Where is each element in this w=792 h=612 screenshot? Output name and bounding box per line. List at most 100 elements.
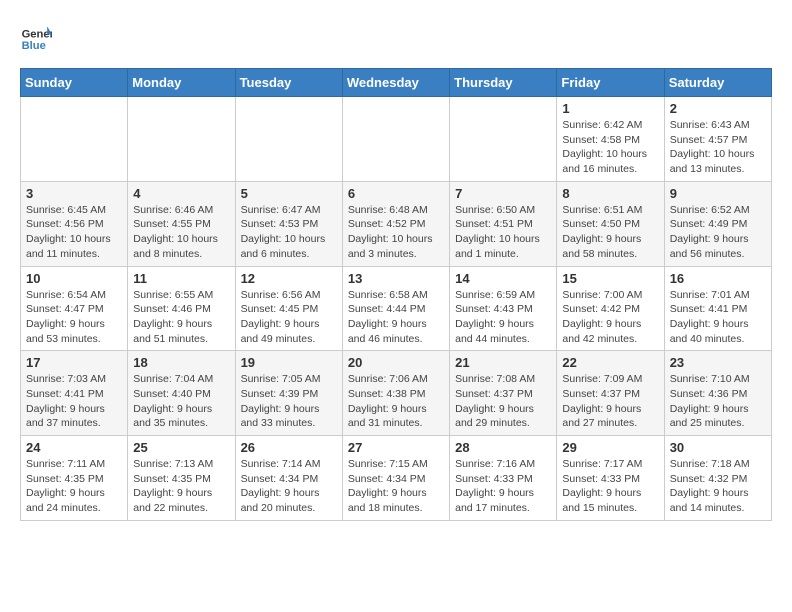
day-info: Sunrise: 6:56 AM Sunset: 4:45 PM Dayligh… (241, 288, 337, 347)
day-header: Sunday (21, 69, 128, 97)
day-number: 13 (348, 271, 444, 286)
day-header: Friday (557, 69, 664, 97)
day-number: 15 (562, 271, 658, 286)
logo: General Blue (20, 20, 56, 52)
calendar-day-cell: 3 Sunrise: 6:45 AM Sunset: 4:56 PM Daylig… (21, 181, 128, 266)
calendar-day-cell: 2 Sunrise: 6:43 AM Sunset: 4:57 PM Daylig… (664, 97, 771, 182)
day-number: 26 (241, 440, 337, 455)
day-header: Monday (128, 69, 235, 97)
day-info: Sunrise: 7:06 AM Sunset: 4:38 PM Dayligh… (348, 372, 444, 431)
day-number: 16 (670, 271, 766, 286)
calendar-day-cell: 27 Sunrise: 7:15 AM Sunset: 4:34 PM Dayli… (342, 436, 449, 521)
calendar-day-cell: 21 Sunrise: 7:08 AM Sunset: 4:37 PM Dayli… (450, 351, 557, 436)
day-number: 3 (26, 186, 122, 201)
calendar-day-cell: 12 Sunrise: 6:56 AM Sunset: 4:45 PM Dayli… (235, 266, 342, 351)
calendar-body: 1 Sunrise: 6:42 AM Sunset: 4:58 PM Daylig… (21, 97, 772, 521)
day-number: 30 (670, 440, 766, 455)
day-number: 24 (26, 440, 122, 455)
day-number: 19 (241, 355, 337, 370)
day-info: Sunrise: 7:16 AM Sunset: 4:33 PM Dayligh… (455, 457, 551, 516)
calendar-day-cell (342, 97, 449, 182)
day-number: 28 (455, 440, 551, 455)
calendar-day-cell: 15Sunrise: 7:00 AM Sunset: 4:42 PM Dayli… (557, 266, 664, 351)
calendar-day-cell: 17Sunrise: 7:03 AM Sunset: 4:41 PM Dayli… (21, 351, 128, 436)
day-info: Sunrise: 6:46 AM Sunset: 4:55 PM Dayligh… (133, 203, 229, 262)
day-number: 9 (670, 186, 766, 201)
calendar-week-row: 17Sunrise: 7:03 AM Sunset: 4:41 PM Dayli… (21, 351, 772, 436)
day-number: 20 (348, 355, 444, 370)
calendar-day-cell: 16Sunrise: 7:01 AM Sunset: 4:41 PM Dayli… (664, 266, 771, 351)
calendar-day-cell: 8Sunrise: 6:51 AM Sunset: 4:50 PM Daylig… (557, 181, 664, 266)
day-info: Sunrise: 7:10 AM Sunset: 4:36 PM Dayligh… (670, 372, 766, 431)
day-number: 11 (133, 271, 229, 286)
calendar-day-cell: 5 Sunrise: 6:47 AM Sunset: 4:53 PM Daylig… (235, 181, 342, 266)
day-info: Sunrise: 7:09 AM Sunset: 4:37 PM Dayligh… (562, 372, 658, 431)
calendar-week-row: 1 Sunrise: 6:42 AM Sunset: 4:58 PM Daylig… (21, 97, 772, 182)
day-info: Sunrise: 6:50 AM Sunset: 4:51 PM Dayligh… (455, 203, 551, 262)
day-info: Sunrise: 6:52 AM Sunset: 4:49 PM Dayligh… (670, 203, 766, 262)
calendar-day-cell: 20 Sunrise: 7:06 AM Sunset: 4:38 PM Dayli… (342, 351, 449, 436)
svg-text:Blue: Blue (22, 40, 46, 52)
calendar-week-row: 10 Sunrise: 6:54 AM Sunset: 4:47 PM Dayli… (21, 266, 772, 351)
day-number: 10 (26, 271, 122, 286)
day-header: Saturday (664, 69, 771, 97)
day-number: 22 (562, 355, 658, 370)
day-info: Sunrise: 7:14 AM Sunset: 4:34 PM Dayligh… (241, 457, 337, 516)
calendar-day-cell: 11Sunrise: 6:55 AM Sunset: 4:46 PM Dayli… (128, 266, 235, 351)
day-info: Sunrise: 6:42 AM Sunset: 4:58 PM Dayligh… (562, 118, 658, 177)
day-number: 12 (241, 271, 337, 286)
day-number: 5 (241, 186, 337, 201)
calendar-day-cell: 9 Sunrise: 6:52 AM Sunset: 4:49 PM Daylig… (664, 181, 771, 266)
day-info: Sunrise: 7:13 AM Sunset: 4:35 PM Dayligh… (133, 457, 229, 516)
day-info: Sunrise: 7:15 AM Sunset: 4:34 PM Dayligh… (348, 457, 444, 516)
day-header: Tuesday (235, 69, 342, 97)
day-info: Sunrise: 6:51 AM Sunset: 4:50 PM Dayligh… (562, 203, 658, 262)
day-number: 4 (133, 186, 229, 201)
calendar-day-cell (21, 97, 128, 182)
day-info: Sunrise: 7:05 AM Sunset: 4:39 PM Dayligh… (241, 372, 337, 431)
calendar-week-row: 24Sunrise: 7:11 AM Sunset: 4:35 PM Dayli… (21, 436, 772, 521)
calendar-day-cell: 19 Sunrise: 7:05 AM Sunset: 4:39 PM Dayli… (235, 351, 342, 436)
day-number: 27 (348, 440, 444, 455)
calendar-day-cell: 6 Sunrise: 6:48 AM Sunset: 4:52 PM Daylig… (342, 181, 449, 266)
day-info: Sunrise: 7:17 AM Sunset: 4:33 PM Dayligh… (562, 457, 658, 516)
calendar-day-cell: 7 Sunrise: 6:50 AM Sunset: 4:51 PM Daylig… (450, 181, 557, 266)
calendar-day-cell: 28 Sunrise: 7:16 AM Sunset: 4:33 PM Dayli… (450, 436, 557, 521)
calendar-day-cell: 18Sunrise: 7:04 AM Sunset: 4:40 PM Dayli… (128, 351, 235, 436)
day-info: Sunrise: 6:48 AM Sunset: 4:52 PM Dayligh… (348, 203, 444, 262)
day-number: 1 (562, 101, 658, 116)
day-info: Sunrise: 6:59 AM Sunset: 4:43 PM Dayligh… (455, 288, 551, 347)
day-info: Sunrise: 6:54 AM Sunset: 4:47 PM Dayligh… (26, 288, 122, 347)
day-number: 14 (455, 271, 551, 286)
calendar-day-cell (450, 97, 557, 182)
header: General Blue (20, 20, 772, 52)
logo-icon: General Blue (20, 20, 52, 52)
calendar-day-cell: 30 Sunrise: 7:18 AM Sunset: 4:32 PM Dayli… (664, 436, 771, 521)
day-number: 7 (455, 186, 551, 201)
calendar-day-cell: 26 Sunrise: 7:14 AM Sunset: 4:34 PM Dayli… (235, 436, 342, 521)
calendar-day-cell: 1 Sunrise: 6:42 AM Sunset: 4:58 PM Daylig… (557, 97, 664, 182)
calendar-table: SundayMondayTuesdayWednesdayThursdayFrid… (20, 68, 772, 521)
day-number: 21 (455, 355, 551, 370)
day-number: 23 (670, 355, 766, 370)
calendar-day-cell: 13 Sunrise: 6:58 AM Sunset: 4:44 PM Dayli… (342, 266, 449, 351)
day-info: Sunrise: 6:43 AM Sunset: 4:57 PM Dayligh… (670, 118, 766, 177)
day-number: 17 (26, 355, 122, 370)
day-info: Sunrise: 6:58 AM Sunset: 4:44 PM Dayligh… (348, 288, 444, 347)
day-number: 2 (670, 101, 766, 116)
day-info: Sunrise: 6:47 AM Sunset: 4:53 PM Dayligh… (241, 203, 337, 262)
calendar-day-cell: 24Sunrise: 7:11 AM Sunset: 4:35 PM Dayli… (21, 436, 128, 521)
day-info: Sunrise: 7:04 AM Sunset: 4:40 PM Dayligh… (133, 372, 229, 431)
calendar-day-cell: 10 Sunrise: 6:54 AM Sunset: 4:47 PM Dayli… (21, 266, 128, 351)
calendar-day-cell: 4 Sunrise: 6:46 AM Sunset: 4:55 PM Daylig… (128, 181, 235, 266)
calendar-day-cell (128, 97, 235, 182)
day-info: Sunrise: 7:18 AM Sunset: 4:32 PM Dayligh… (670, 457, 766, 516)
calendar-header: SundayMondayTuesdayWednesdayThursdayFrid… (21, 69, 772, 97)
day-info: Sunrise: 7:08 AM Sunset: 4:37 PM Dayligh… (455, 372, 551, 431)
day-info: Sunrise: 6:45 AM Sunset: 4:56 PM Dayligh… (26, 203, 122, 262)
calendar-day-cell: 14 Sunrise: 6:59 AM Sunset: 4:43 PM Dayli… (450, 266, 557, 351)
day-header: Wednesday (342, 69, 449, 97)
day-number: 6 (348, 186, 444, 201)
calendar-week-row: 3 Sunrise: 6:45 AM Sunset: 4:56 PM Daylig… (21, 181, 772, 266)
calendar-day-cell: 23 Sunrise: 7:10 AM Sunset: 4:36 PM Dayli… (664, 351, 771, 436)
